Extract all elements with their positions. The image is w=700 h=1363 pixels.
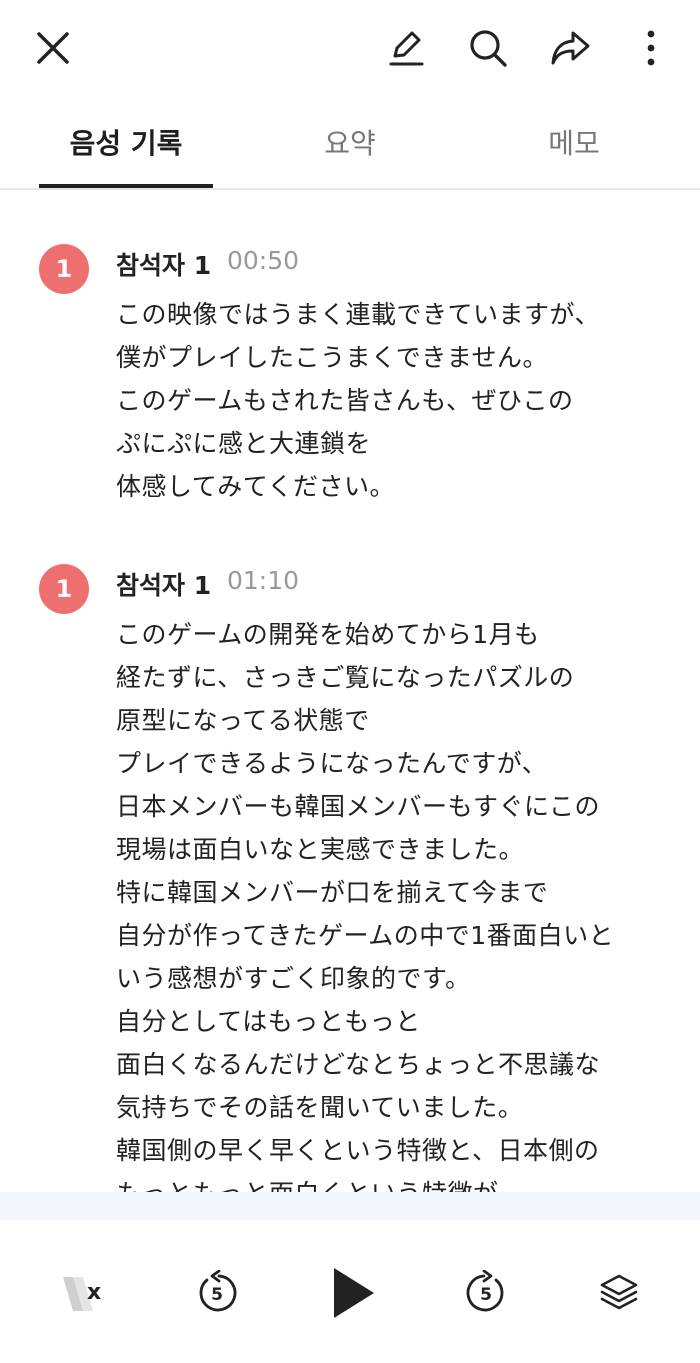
transcript-line: 現場は面白いなと実感できました。 (116, 835, 525, 864)
speaker-name: 참석자 1 (116, 251, 212, 280)
transcript-line: プレイできるようになったんですが、 (116, 749, 548, 778)
tab-summary-label: 요약 (324, 127, 376, 160)
speaker-avatar[interactable]: 1 (39, 244, 89, 294)
transcript-line: 特に韓国メンバーが口を揃えて今まで (116, 878, 549, 907)
transcript-line: 自分が作ってきたゲームの中で1番面白いと (116, 921, 615, 950)
play-icon (334, 1268, 374, 1318)
transcript-text: このゲームの開発を始めてから1月も 経たずに、さっきご覧になったパズルの 原型に… (116, 613, 686, 1192)
close-button[interactable] (25, 20, 81, 76)
rewind-5-button[interactable]: 5 (182, 1258, 252, 1328)
share-button[interactable] (542, 20, 598, 76)
more-button[interactable] (623, 20, 679, 76)
transcript-line: 韓国側の早く早くという特徴と、日本側の (116, 1136, 600, 1165)
top-toolbar (0, 0, 700, 96)
transcript-line: もっともっと面白くという特徴が (116, 1172, 686, 1192)
rewind-seconds: 5 (211, 1285, 223, 1305)
playback-speed-label: x (87, 1280, 102, 1305)
transcript-line: ぷにぷに感と大連鎖を (116, 429, 372, 458)
transcript-line: いう感想がすごく印象的です。 (116, 964, 471, 993)
pencil-icon (389, 31, 424, 66)
timestamp[interactable]: 00:50 (227, 246, 299, 275)
tab-summary[interactable]: 요약 (264, 96, 436, 188)
transcript-line: このゲームの開発を始めてから1月も (116, 620, 540, 649)
active-tab-indicator (39, 184, 213, 188)
tab-transcript[interactable]: 음성 기록 (39, 96, 213, 188)
transcript-line: 面白くなるんだけどなとちょっと不思議な (116, 1050, 601, 1079)
more-vertical-icon (647, 30, 655, 66)
rewind-5-icon: 5 (199, 1270, 237, 1312)
layers-button[interactable] (584, 1258, 654, 1328)
share-icon (551, 31, 590, 65)
player-divider (0, 1192, 700, 1220)
speaker-name: 참석자 1 (116, 571, 212, 600)
close-icon (37, 32, 69, 64)
play-button[interactable] (318, 1258, 388, 1328)
search-icon (470, 30, 507, 67)
transcript-line: 自分としてはもっともっと (116, 1007, 421, 1036)
forward-seconds: 5 (480, 1285, 492, 1305)
search-button[interactable] (460, 20, 516, 76)
tab-memo-label: 메모 (548, 127, 600, 160)
speaker-avatar[interactable]: 1 (39, 564, 89, 614)
tab-transcript-label: 음성 기록 (69, 127, 183, 160)
forward-5-button[interactable]: 5 (451, 1258, 521, 1328)
timestamp[interactable]: 01:10 (227, 566, 299, 595)
transcript-text: この映像ではうまく連載できていますが、 僕がプレイしたこうまくできません。 この… (116, 293, 686, 508)
tab-bar: 음성 기록 요약 메모 (0, 96, 700, 190)
transcript-line: 日本メンバーも韓国メンバーもすぐにこの (116, 792, 601, 821)
transcript-line: このゲームもされた皆さんも、ぜひこの (116, 386, 574, 415)
transcript-line: 気持ちでその話を聞いていました。 (116, 1093, 524, 1122)
transcript-line: 経たずに、さっきご覧になったパズルの (116, 663, 575, 692)
tab-memo[interactable]: 메모 (488, 96, 660, 188)
transcript-line: 僕がプレイしたこうまくできません。 (116, 343, 549, 372)
transcript-line: 原型になってる状態で (116, 706, 370, 735)
transcript-line: 体感してみてください。 (116, 472, 396, 501)
transcript-line: この映像ではうまく連載できていますが、 (116, 300, 601, 329)
layers-icon (600, 1274, 638, 1310)
edit-button[interactable] (378, 20, 434, 76)
forward-5-icon: 5 (466, 1270, 504, 1312)
playback-speed-button[interactable] (44, 1258, 114, 1328)
player-controls: x 5 5 (0, 1220, 700, 1363)
transcript-list[interactable]: 1 참석자 1 00:50 この映像ではうまく連載できていますが、 僕がプレイし… (0, 192, 700, 1192)
